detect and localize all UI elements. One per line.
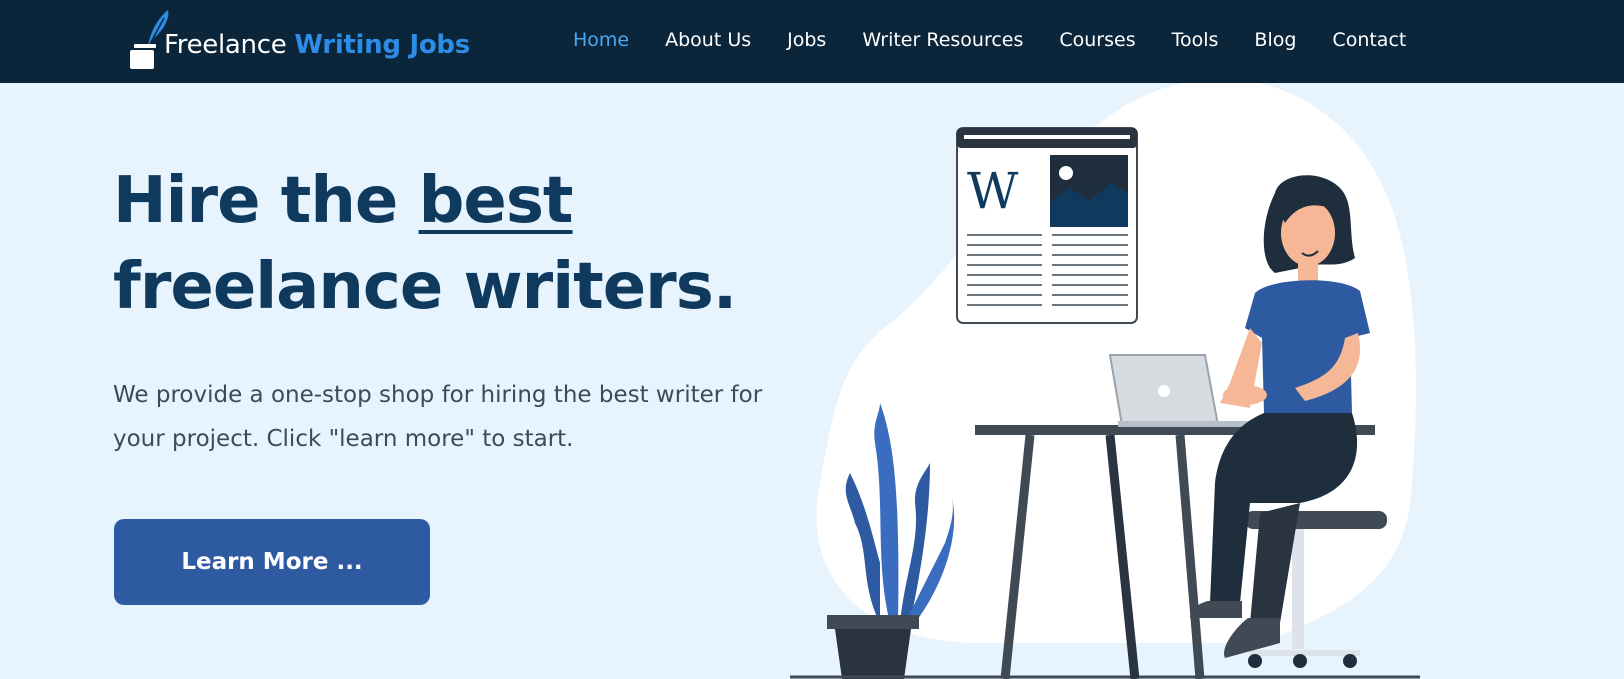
article-page: W bbox=[956, 127, 1138, 324]
hero-title-best: best bbox=[418, 164, 574, 238]
logo-word-freelance: Freelance bbox=[164, 30, 287, 60]
nav-tools[interactable]: Tools bbox=[1172, 24, 1219, 56]
nav-writer-resources[interactable]: Writer Resources bbox=[862, 24, 1023, 56]
hero-title-part2: freelance writers. bbox=[113, 250, 737, 324]
hero-title: Hire the best freelance writers. bbox=[113, 158, 813, 330]
writer-at-desk-illustration: W bbox=[790, 83, 1420, 679]
nav-about-us[interactable]: About Us bbox=[665, 24, 751, 56]
top-navigation-bar: Freelance Writing Jobs Home About Us Job… bbox=[0, 0, 1624, 83]
main-nav: Home About Us Jobs Writer Resources Cour… bbox=[573, 24, 1442, 56]
article-letter: W bbox=[967, 162, 1019, 220]
hero-title-part1: Hire the bbox=[113, 164, 419, 238]
logo-word-writing-jobs: Writing Jobs bbox=[294, 30, 470, 60]
learn-more-button[interactable]: Learn More ... bbox=[114, 519, 430, 605]
logo-text: Freelance Writing Jobs bbox=[164, 28, 470, 62]
nav-courses[interactable]: Courses bbox=[1059, 24, 1135, 56]
nav-jobs[interactable]: Jobs bbox=[787, 24, 826, 56]
hero-description: We provide a one-stop shop for hiring th… bbox=[113, 382, 763, 452]
nav-contact[interactable]: Contact bbox=[1332, 24, 1406, 56]
nav-home[interactable]: Home bbox=[573, 24, 629, 56]
nav-blog[interactable]: Blog bbox=[1254, 24, 1296, 56]
site-logo[interactable]: Freelance Writing Jobs bbox=[130, 6, 510, 70]
